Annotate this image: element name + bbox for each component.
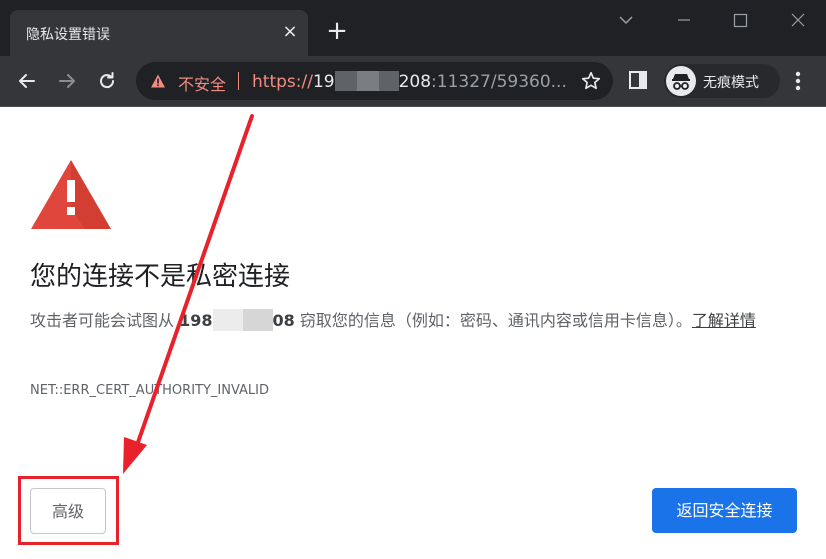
active-tab[interactable]: 隐私设置错误 × (10, 10, 308, 56)
chevron-down-icon[interactable] (610, 8, 642, 32)
incognito-label: 无痕模式 (703, 75, 759, 91)
forward-arrow-icon[interactable] (51, 65, 83, 97)
redaction-mask (242, 309, 273, 331)
tab-strip: 隐私设置错误 × + (0, 0, 826, 56)
bookmark-star-icon[interactable] (580, 70, 602, 92)
browser-toolbar: 不安全 https://19 208:11327/59360... 无痕模式 (0, 56, 826, 107)
side-panel-icon[interactable] (628, 70, 648, 90)
minimize-icon[interactable] (668, 8, 700, 32)
error-warning-icon (31, 160, 111, 229)
warning-triangle-icon[interactable] (150, 73, 166, 89)
desc-host-end: 08 (272, 311, 295, 330)
desc-text-2: 窃取您的信息（例如：密码、通讯内容或信用卡信息）。 (294, 311, 692, 330)
incognito-indicator[interactable]: 无痕模式 (664, 64, 780, 98)
more-options-icon[interactable] (786, 66, 810, 96)
desc-text-1: 攻击者可能会试图从 (30, 311, 180, 330)
address-bar[interactable]: 不安全 https://19 208:11327/59360... (136, 62, 613, 100)
tab-close-icon[interactable]: × (280, 22, 300, 42)
advanced-button[interactable]: 高级 (30, 488, 106, 534)
error-description: 攻击者可能会试图从 198 08 窃取您的信息（例如：密码、通讯内容或信用卡信息）… (30, 305, 790, 337)
omnibox-divider (238, 72, 239, 90)
url-scheme: https:// (252, 72, 313, 92)
reload-icon[interactable] (91, 65, 123, 97)
tab-title: 隐私设置错误 (26, 27, 110, 43)
security-status-label[interactable]: 不安全 (178, 71, 226, 95)
incognito-icon (666, 66, 696, 96)
back-arrow-icon[interactable] (11, 65, 43, 97)
close-window-icon[interactable] (782, 8, 814, 32)
desc-host-start: 198 (179, 311, 213, 330)
redaction-mask (212, 309, 243, 331)
redaction-mask (334, 71, 399, 91)
url-host-start: 19 (312, 72, 335, 92)
url-path: :11327/59360... (431, 72, 567, 92)
error-code: NET::ERR_CERT_AUTHORITY_INVALID (30, 383, 270, 398)
url-host-end: 208 (398, 72, 432, 92)
page-title: 您的连接不是私密连接 (30, 262, 291, 292)
learn-more-link[interactable]: 了解详情 (692, 311, 756, 330)
back-to-safety-button[interactable]: 返回安全连接 (652, 488, 797, 533)
url-text[interactable]: https://19 208:11327/59360... (252, 71, 567, 92)
maximize-icon[interactable] (724, 8, 756, 32)
new-tab-button[interactable]: + (322, 16, 352, 46)
